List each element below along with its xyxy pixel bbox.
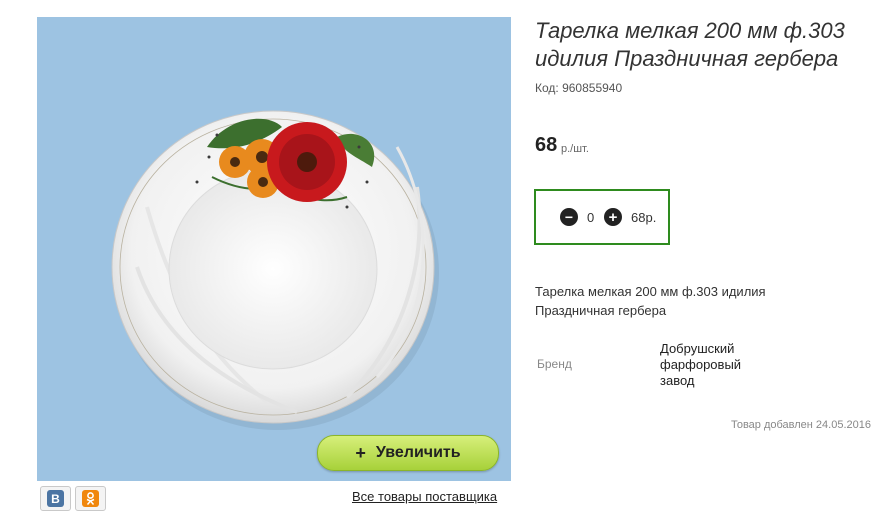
product-code: Код: 960855940 [535, 81, 623, 95]
minus-circle-icon[interactable]: − [560, 208, 578, 226]
product-title: Тарелка мелкая 200 мм ф.303 идилия Празд… [535, 18, 845, 71]
quantity-stepper: − 0 + 68р. [534, 189, 670, 245]
vk-share-button[interactable]: B [40, 486, 71, 511]
plate-image [111, 110, 439, 430]
zoom-label: Увеличить [375, 444, 461, 461]
plus-icon: + [355, 442, 366, 463]
brand-value: Добрушский фарфоровый завод [660, 341, 742, 388]
brand-label: Бренд [537, 357, 572, 371]
product-description: Тарелка мелкая 200 мм ф.303 идилия Празд… [535, 284, 766, 318]
product-price: 68 [535, 134, 558, 156]
added-date: Товар добавлен 24.05.2016 [730, 419, 871, 431]
zoom-button[interactable]: + Увеличить [317, 435, 499, 471]
svg-text:B: B [51, 492, 60, 506]
vk-icon: B [47, 490, 64, 507]
product-image[interactable]: + Увеличить [37, 17, 511, 481]
plus-circle-icon[interactable]: + [604, 208, 622, 226]
quantity-value[interactable]: 0 [587, 210, 594, 225]
price-unit: р./шт. [561, 143, 589, 155]
quantity-total: 68р. [631, 210, 657, 225]
supplier-products-link[interactable]: Все товары поставщика [352, 489, 497, 504]
ok-share-button[interactable] [75, 486, 106, 511]
odnoklassniki-icon [82, 490, 99, 507]
